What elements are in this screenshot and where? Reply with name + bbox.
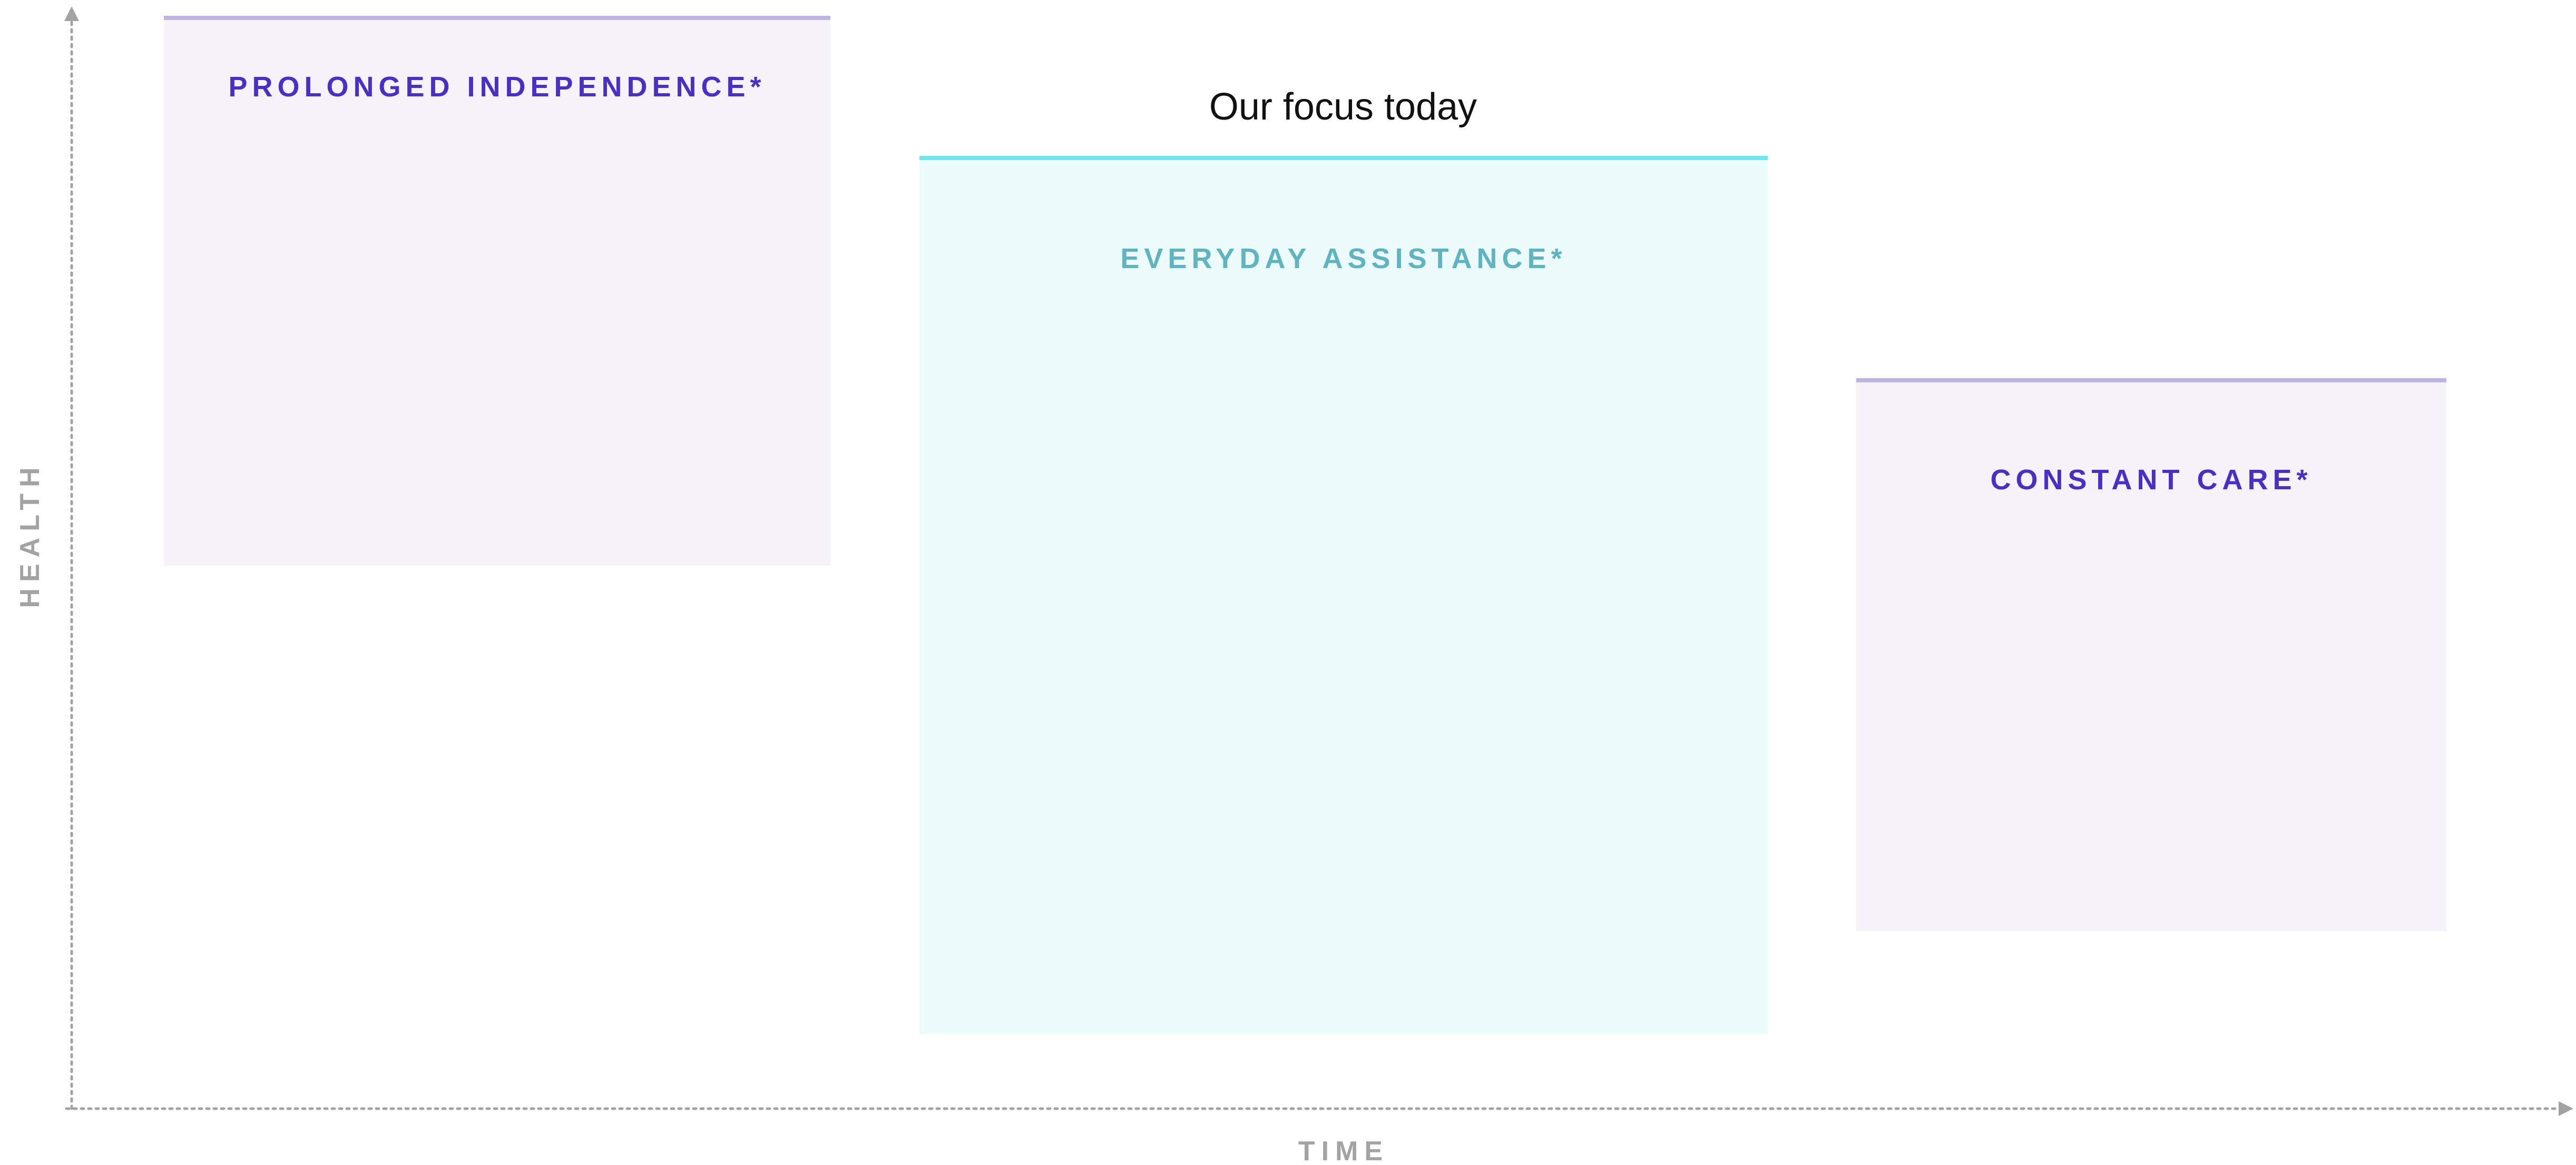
stage-title: EVERYDAY ASSISTANCE* xyxy=(1120,243,1567,274)
stage-box-prolonged-independence: PROLONGED INDEPENDENCE* xyxy=(164,16,830,566)
y-axis-arrowhead xyxy=(64,6,79,21)
diagram-canvas: HEALTH TIME PROLONGED INDEPENDENCE* Our … xyxy=(0,0,2576,1165)
stage-title: PROLONGED INDEPENDENCE* xyxy=(228,71,766,103)
stage-box-everyday-assistance: EVERYDAY ASSISTANCE* xyxy=(919,156,1768,1034)
x-axis-label: TIME xyxy=(1298,1136,1389,1165)
stage-title: CONSTANT CARE* xyxy=(1990,464,2313,496)
stage-box-constant-care: CONSTANT CARE* xyxy=(1856,378,2446,931)
x-axis-arrowhead xyxy=(2559,1101,2573,1116)
focus-annotation: Our focus today xyxy=(1209,86,1477,128)
y-axis-label: HEALTH xyxy=(15,461,45,608)
